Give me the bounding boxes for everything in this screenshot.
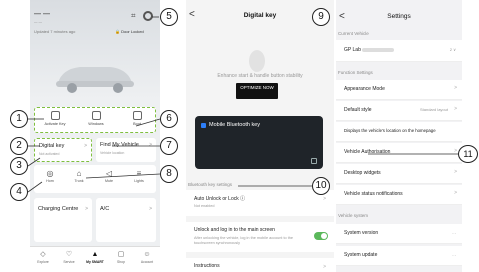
callout-4: 4 (10, 183, 28, 201)
callout-1: 1 (10, 110, 28, 128)
callout-2: 2 (10, 137, 28, 155)
callout-8: 8 (160, 165, 178, 183)
callout-5: 5 (160, 8, 178, 26)
callout-3: 3 (10, 157, 28, 175)
callout-10: 10 (312, 177, 330, 195)
callout-11: 11 (458, 145, 478, 163)
callout-6: 6 (160, 110, 178, 128)
callout-9: 9 (312, 8, 330, 26)
callout-leader-lines (27, 16, 460, 193)
callout-7: 7 (160, 137, 178, 155)
